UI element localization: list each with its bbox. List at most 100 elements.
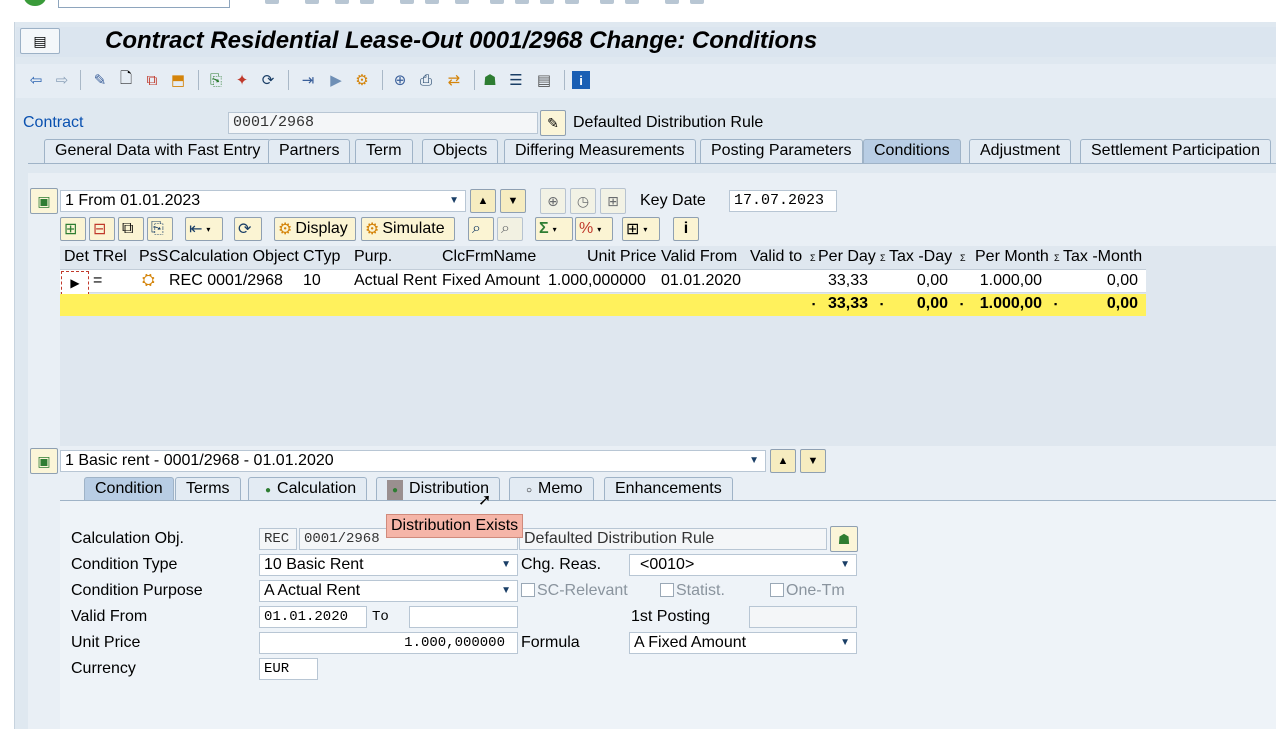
period-structure-button[interactable]: ⊞ xyxy=(600,188,626,214)
period-add-button[interactable]: ⊕ xyxy=(540,188,566,214)
new-session-icon[interactable] xyxy=(600,0,614,4)
shortcut-icon[interactable] xyxy=(625,0,639,4)
calc-obj-type-field[interactable]: REC xyxy=(259,528,297,550)
col-tax-month[interactable]: Tax -Month xyxy=(1063,248,1142,268)
tab-partners[interactable]: Partners xyxy=(268,139,351,163)
display-button[interactable]: ⚙ Display xyxy=(274,217,356,241)
copy-row-button[interactable]: ⧉ xyxy=(118,217,144,241)
col-purp[interactable]: Purp. xyxy=(354,248,392,268)
table-icon[interactable]: ▤ xyxy=(534,70,554,90)
condition-down-button[interactable]: ▼ xyxy=(800,449,826,473)
subtab-condition[interactable]: Condition xyxy=(84,477,174,500)
command-field[interactable] xyxy=(58,0,230,8)
first-page-icon[interactable] xyxy=(490,0,504,4)
simulate-button[interactable]: ⚙ Simulate xyxy=(361,217,455,241)
refresh-icon[interactable]: ⟳ xyxy=(258,70,278,90)
unit-price-field[interactable]: 1.000,000000 xyxy=(259,632,518,654)
next-icon[interactable]: ⇨ xyxy=(52,70,72,90)
col-calculation-object[interactable]: Calculation Object xyxy=(169,248,299,268)
insert-menu-button[interactable]: ⇤ ▾ xyxy=(185,217,223,241)
next-page-icon[interactable] xyxy=(540,0,554,4)
back-icon[interactable] xyxy=(305,0,319,4)
formula-dropdown[interactable]: A Fixed Amount xyxy=(629,632,857,654)
magic-wand-icon[interactable]: ✦ xyxy=(232,70,252,90)
exit-icon[interactable] xyxy=(335,0,349,4)
copy-icon[interactable]: ⧉ xyxy=(142,70,162,90)
list-icon[interactable]: ☰ xyxy=(506,70,526,90)
paste-row-button[interactable]: ⎘ xyxy=(147,217,173,241)
period-down-button[interactable]: ▼ xyxy=(500,189,526,213)
print-icon[interactable] xyxy=(400,0,414,4)
statist-checkbox[interactable]: Statist. xyxy=(660,582,725,600)
last-page-icon[interactable] xyxy=(565,0,579,4)
key-date-field[interactable]: 17.07.2023 xyxy=(729,190,837,212)
grid-info-button[interactable]: i xyxy=(673,217,699,241)
col-tax-day[interactable]: Tax -Day xyxy=(889,248,952,268)
period-clock-button[interactable]: ◷ xyxy=(570,188,596,214)
distribution-rule-field[interactable]: Defaulted Distribution Rule xyxy=(519,528,827,550)
period-overview-button[interactable]: ▣ xyxy=(30,188,58,214)
condition-dropdown[interactable]: 1 Basic rent - 0001/2968 - 01.01.2020 xyxy=(60,450,766,472)
activate-icon[interactable]: ▶ xyxy=(326,70,346,90)
append-row-button[interactable]: ⊞ xyxy=(60,217,86,241)
distribution-rule-button[interactable]: ☗ xyxy=(830,526,858,552)
col-trel[interactable]: TRel xyxy=(93,248,127,268)
col-det[interactable]: Det xyxy=(64,248,89,268)
attachment-icon[interactable]: ⊕ xyxy=(390,70,410,90)
chg-reas-dropdown[interactable]: <0010> xyxy=(629,554,857,576)
check-icon[interactable]: ⇥ xyxy=(298,70,318,90)
period-dropdown[interactable]: 1 From 01.01.2023 xyxy=(60,190,466,212)
cancel-icon[interactable] xyxy=(360,0,374,4)
sum-menu-button[interactable]: Σ ▾ xyxy=(535,217,573,241)
previous-icon[interactable]: ⇦ xyxy=(26,70,46,90)
tab-term[interactable]: Term xyxy=(355,139,413,163)
other-object-icon[interactable]: ⬒ xyxy=(168,70,188,90)
tab-adjustment[interactable]: Adjustment xyxy=(969,139,1072,163)
one-tm-checkbox[interactable]: One-Tm xyxy=(770,582,845,600)
col-per-month[interactable]: Per Month xyxy=(975,248,1049,268)
enter-icon[interactable] xyxy=(24,0,46,6)
subtab-memo[interactable]: ○ Memo xyxy=(509,477,594,500)
menu-button[interactable]: ▤ xyxy=(20,28,60,54)
tab-settlement-participation[interactable]: Settlement Participation xyxy=(1080,139,1271,163)
condition-up-button[interactable]: ▲ xyxy=(770,449,796,473)
col-clcfrmname[interactable]: ClcFrmName xyxy=(442,248,536,268)
settings-icon[interactable]: ⚙ xyxy=(352,70,372,90)
subtotal-menu-button[interactable]: % ▾ xyxy=(575,217,613,241)
col-ctyp[interactable]: CTyp xyxy=(303,248,340,268)
tab-objects[interactable]: Objects xyxy=(422,139,499,163)
find-next-icon[interactable] xyxy=(455,0,469,4)
tab-conditions[interactable]: Conditions xyxy=(863,139,961,163)
tab-differing-measurements[interactable]: Differing Measurements xyxy=(504,139,696,163)
delete-row-button[interactable]: ⊟ xyxy=(89,217,115,241)
valid-to-field[interactable] xyxy=(409,606,518,628)
info-icon[interactable]: i xyxy=(572,71,590,89)
subtab-calculation[interactable]: ● Calculation xyxy=(248,477,368,500)
structure-icon[interactable]: ☗ xyxy=(480,70,500,90)
subtab-enhancements[interactable]: Enhancements xyxy=(604,477,733,500)
condition-overview-button[interactable]: ▣ xyxy=(30,448,58,474)
col-pss[interactable]: PsS xyxy=(139,248,168,268)
sc-relevant-checkbox[interactable]: SC-Relevant xyxy=(521,582,628,600)
hierarchy-icon[interactable]: ⎘ xyxy=(206,70,226,90)
transfer-icon[interactable]: ⇄ xyxy=(444,70,464,90)
edit-distribution-button[interactable]: ✎ xyxy=(540,110,566,136)
prev-page-icon[interactable] xyxy=(515,0,529,4)
cond-purpose-dropdown[interactable]: A Actual Rent xyxy=(259,580,518,602)
col-per-day[interactable]: Per Day xyxy=(818,248,876,268)
currency-field[interactable]: EUR xyxy=(259,658,318,680)
period-up-button[interactable]: ▲ xyxy=(470,189,496,213)
subtab-terms[interactable]: Terms xyxy=(175,477,241,500)
valid-from-field[interactable]: 01.01.2020 xyxy=(259,606,367,628)
tab-general-data[interactable]: General Data with Fast Entry xyxy=(44,139,272,163)
cond-type-dropdown[interactable]: 10 Basic Rent xyxy=(259,554,518,576)
create-icon[interactable]: 🗋 xyxy=(116,70,136,90)
first-posting-field[interactable] xyxy=(749,606,857,628)
print-preview-icon[interactable]: ⎙ xyxy=(416,70,436,90)
display-change-icon[interactable]: ✎ xyxy=(90,70,110,90)
pss-icon[interactable]: ⛭ xyxy=(142,270,155,292)
col-valid-from[interactable]: Valid From xyxy=(661,248,737,268)
save-icon[interactable] xyxy=(265,0,279,4)
tab-posting-parameters[interactable]: Posting Parameters xyxy=(700,139,863,163)
contract-number-field[interactable]: 0001/2968 xyxy=(228,112,538,134)
